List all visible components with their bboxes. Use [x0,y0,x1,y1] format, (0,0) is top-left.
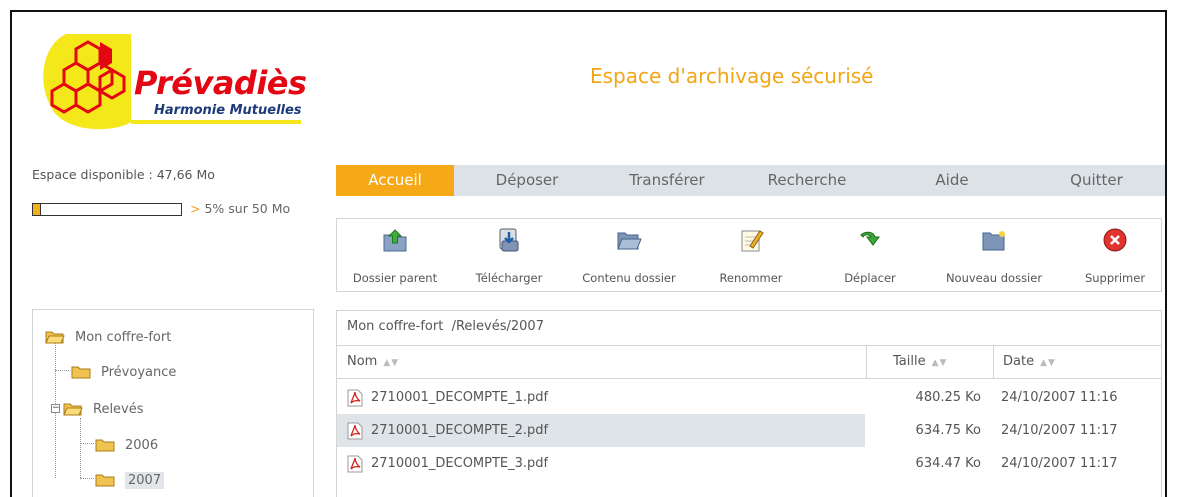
file-table-header: Nom ▲▼ Taille ▲▼ Date ▲▼ [337,345,1161,379]
tree-guide-line [80,478,94,479]
tool-label: Renommer [719,271,783,285]
parent-folder-button[interactable]: Dossier parent [339,219,451,293]
sort-arrows-icon: ▲▼ [383,358,400,368]
page-title: Espace d'archivage sécurisé [590,64,874,88]
download-icon [499,228,519,252]
tab-deposer[interactable]: Déposer [454,165,600,196]
delete-button[interactable]: Supprimer [1067,219,1163,293]
column-header-name[interactable]: Nom ▲▼ [347,346,399,378]
pdf-file-icon [347,422,363,440]
table-row[interactable]: 2710001_DECOMPTE_1.pdf 480.25 Ko 24/10/2… [337,381,1161,414]
tab-recherche[interactable]: Recherche [734,165,880,196]
tab-accueil[interactable]: Accueil [336,165,454,196]
tree-node-2007[interactable]: 2007 [95,469,165,491]
folder-tree: Mon coffre-fort Prévoyance − Relevés 200… [32,309,314,497]
sort-arrows-icon: ▲▼ [1040,358,1056,368]
folder-up-icon [383,229,407,252]
brand-tagline: Harmonie Mutuelles [154,103,302,118]
breadcrumb: Mon coffre-fort /Relevés/2007 [347,319,544,334]
tool-label: Déplacer [844,271,896,285]
tree-guide-line [80,418,81,478]
tool-label: Dossier parent [352,271,438,285]
tree-node-label: 2006 [125,437,159,453]
delete-icon [1103,228,1127,252]
tree-node-2006[interactable]: 2006 [95,434,158,456]
file-name[interactable]: 2710001_DECOMPTE_2.pdf [371,414,548,447]
available-space-label: Espace disponible : 47,66 Mo [32,167,215,182]
file-name[interactable]: 2710001_DECOMPTE_1.pdf [371,381,548,414]
file-size: 480.25 Ko [915,390,981,405]
quota-arrow: > [190,201,201,216]
column-header-label: Nom [347,354,378,369]
file-toolbar: Dossier parent Télécharger Contenu dossi… [336,218,1162,292]
column-header-size[interactable]: Taille ▲▼ [893,346,947,378]
table-row-selected[interactable]: 2710001_DECOMPTE_2.pdf 634.75 Ko 24/10/2… [337,414,1161,447]
quota-progress-bar [32,203,182,216]
folder-open-icon [45,331,65,344]
tree-collapse-toggle[interactable]: − [51,404,60,413]
tab-quitter[interactable]: Quitter [1024,165,1165,196]
pdf-file-icon [347,389,363,407]
new-folder-button[interactable]: Nouveau dossier [931,219,1057,293]
new-folder-icon [982,231,1005,251]
tree-node-releves[interactable]: Relevés [63,398,144,420]
tool-label: Nouveau dossier [945,271,1043,285]
column-header-date[interactable]: Date ▲▼ [1003,346,1056,378]
column-separator [993,346,994,378]
column-separator [866,346,867,378]
app-frame: Prévadiès Harmonie Mutuelles Espace d'ar… [10,10,1167,497]
tree-node-label: Mon coffre-fort [75,329,172,345]
rename-icon [741,230,764,252]
folder-content-button[interactable]: Contenu dossier [567,219,691,293]
tool-label: Télécharger [475,271,543,285]
tool-label: Supprimer [1084,271,1146,285]
tree-node-label: Relevés [93,401,144,417]
tree-guide-line [80,443,94,444]
tree-guide-line [55,370,69,371]
brand-name: Prévadiès [134,64,307,102]
quota-usage-value: 5% sur 50 Mo [204,201,291,216]
column-header-label: Taille [893,354,926,369]
quota-usage-text: > 5% sur 50 Mo [190,201,290,216]
tree-node-prevoyance[interactable]: Prévoyance [71,361,176,383]
folder-open-icon [63,403,83,416]
tab-aide[interactable]: Aide [880,165,1024,196]
sort-arrows-icon: ▲▼ [931,358,948,368]
tool-label: Contenu dossier [582,271,676,285]
tree-node-label: Prévoyance [101,364,177,380]
brand-logo[interactable]: Prévadiès Harmonie Mutuelles [36,26,316,136]
pdf-file-icon [347,455,363,473]
file-name[interactable]: 2710001_DECOMPTE_3.pdf [371,447,548,480]
breadcrumb-root[interactable]: Mon coffre-fort [347,319,443,334]
rename-button[interactable]: Renommer [707,219,795,293]
quota-progress-fill [33,204,42,215]
folder-open-icon [617,232,642,250]
move-button[interactable]: Déplacer [827,219,913,293]
column-header-label: Date [1003,354,1035,369]
file-date: 24/10/2007 11:17 [1001,423,1118,438]
table-row[interactable]: 2710001_DECOMPTE_3.pdf 634.47 Ko 24/10/2… [337,447,1161,480]
folder-icon [95,474,115,487]
file-list-panel: Mon coffre-fort /Relevés/2007 Nom ▲▼ Tail… [336,310,1162,497]
file-size: 634.75 Ko [915,423,981,438]
file-size: 634.47 Ko [915,456,981,471]
tab-transferer[interactable]: Transférer [600,165,734,196]
file-date: 24/10/2007 11:16 [1001,390,1118,405]
breadcrumb-path: /Relevés/2007 [451,319,544,334]
folder-icon [71,366,91,379]
main-nav-tabs: Accueil Déposer Transférer Recherche Aid… [336,165,1165,196]
tree-node-root[interactable]: Mon coffre-fort [45,326,171,348]
tree-node-label-selected: 2007 [125,471,165,489]
folder-icon [95,439,115,452]
file-date: 24/10/2007 11:17 [1001,456,1118,471]
download-button[interactable]: Télécharger [457,219,561,293]
move-icon [860,231,880,246]
